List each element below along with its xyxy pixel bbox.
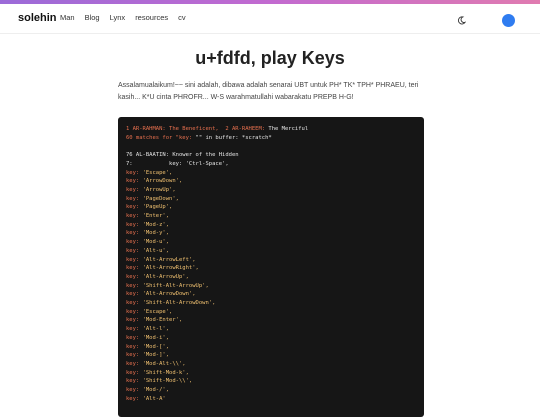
code-line: 7: key: 'Ctrl-Space', [126,160,229,167]
site-brand[interactable]: solehin [18,12,57,24]
code-line: key: 'Mod-/', [126,387,170,394]
code-line: key: 'Shift-Alt-ArrowDown', [126,300,216,307]
code-line: key: 'ArrowDown', [126,178,183,185]
code-line: key: 'Alt-u', [126,247,170,254]
code-line: key: 'ArrowUp', [126,186,176,193]
nav-item-lynx[interactable]: Lynx [110,13,126,22]
code-line: key: 'Enter', [126,213,170,220]
code-line: key: 'Escape', [126,308,173,315]
code-line: 76 AL-BAATIN: Knower of the Hidden [126,152,239,159]
code-line: key: 'Mod-[', [126,343,170,350]
code-line: key: 'PageUp', [126,204,173,211]
code-line: key: 'Shift-Mod-k', [126,369,189,376]
code-line: 1 AR-RAHMAN: The Beneficent, 2 AR-RAHEEM… [126,126,309,132]
chat-bubble-button[interactable] [502,14,515,27]
code-line: key: 'Mod-Enter', [126,317,183,324]
code-line: key: 'Alt-ArrowRight', [126,265,199,272]
code-line: key: 'Shift-Alt-ArrowUp', [126,282,209,289]
code-line: key: 'Mod-Alt-\\', [126,360,186,367]
main-nav: Man Blog Lynx resources cv [60,13,186,22]
nav-item-man[interactable]: Man [60,13,75,22]
code-line: key: 'Shift-Mod-\\', [126,378,193,385]
code-line: 60 matches for "key: "" in buffer: *scra… [126,134,272,141]
code-line: key: 'Mod-u', [126,239,170,246]
code-line: key: 'PageDown', [126,195,179,202]
code-line: key: 'Alt-ArrowLeft', [126,256,196,263]
nav-item-blog[interactable]: Blog [85,13,100,22]
page-title: u+fdfd, play Keys [195,48,345,68]
nav-item-cv[interactable]: cv [178,13,186,22]
key-list: key: 'Escape', key: 'ArrowDown', key: 'Arr… [126,169,416,404]
nav-item-resources[interactable]: resources [135,13,168,22]
moon-icon[interactable] [457,16,466,25]
code-line: key: 'Mod-i', [126,334,170,341]
code-line: key: 'Mod-y', [126,230,170,237]
code-line: key: 'Alt-ArrowUp', [126,273,189,280]
code-line: key: 'Escape', [126,169,173,176]
intro-paragraph: Assalamualaikum!~~ sini adalah, dibawa a… [118,82,419,101]
site-header: solehin Man Blog Lynx resources cv [0,4,540,34]
code-line: key: 'Alt-A' [126,395,166,402]
code-line: key: 'Alt-l', [126,326,170,333]
code-line: key: 'Alt-ArrowDown', [126,291,196,298]
code-line: key: 'Mod-z', [126,221,170,228]
code-line: key: 'Mod-]', [126,352,170,359]
code-block: 1 AR-RAHMAN: The Beneficent, 2 AR-RAHEEM… [118,117,424,417]
